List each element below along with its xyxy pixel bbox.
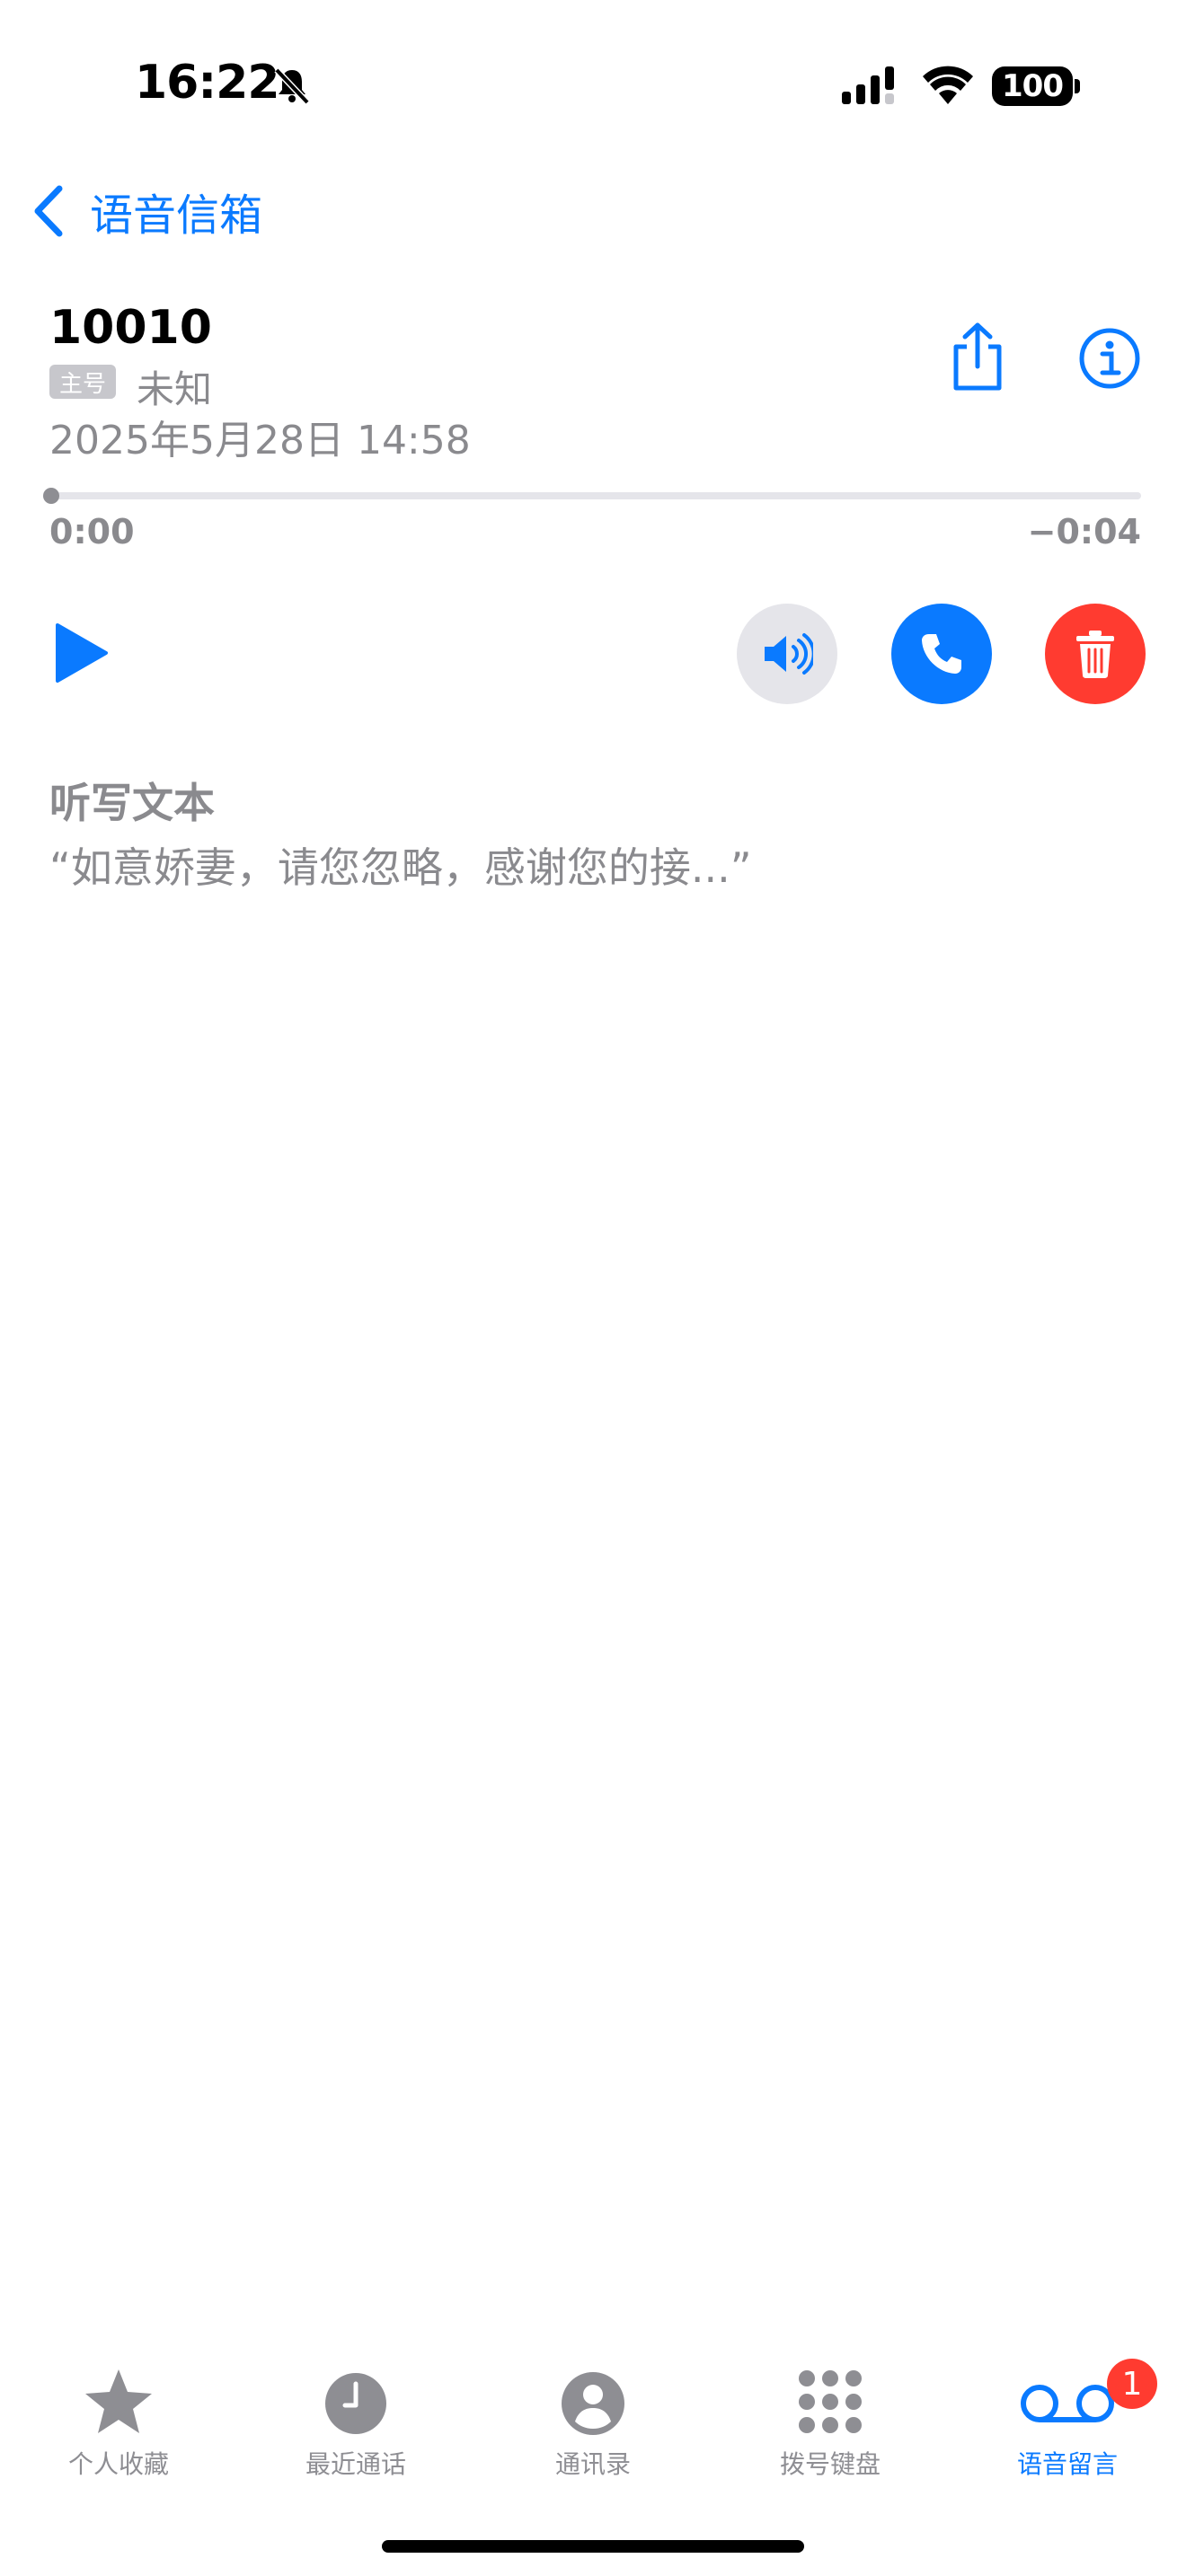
delete-button[interactable] [1045, 604, 1146, 704]
tab-favorites[interactable]: 个人收藏 [20, 2344, 217, 2488]
caller-number: 10010 [49, 301, 212, 355]
battery-indicator: 100 [992, 66, 1073, 106]
time-remaining: −0:04 [1027, 512, 1141, 551]
tab-label: 语音留言 [1016, 2449, 1118, 2479]
time-elapsed: 0:00 [49, 512, 135, 551]
play-icon[interactable] [52, 620, 111, 686]
share-icon[interactable] [949, 322, 1006, 392]
info-icon[interactable] [1078, 327, 1141, 390]
tab-label: 最近通话 [305, 2449, 406, 2479]
voicemail-count-badge: 1 [1107, 2359, 1157, 2409]
battery-tip [1075, 79, 1080, 93]
status-bar: 16:22 100 [0, 0, 1186, 171]
back-button[interactable]: 语音信箱 [31, 180, 262, 243]
cellular-signal-icon [842, 66, 894, 104]
tab-label: 个人收藏 [67, 2449, 169, 2479]
voicemail-icon [1021, 2385, 1114, 2422]
speaker-icon [765, 633, 813, 675]
keypad-icon [799, 2370, 862, 2433]
tab-label: 通讯录 [554, 2449, 631, 2479]
person-circle-icon [562, 2372, 624, 2435]
star-icon [85, 2369, 152, 2433]
transcription-text[interactable]: “如意娇妻，请您忽略，感谢您的接...” [49, 835, 752, 895]
speaker-button[interactable] [737, 604, 837, 704]
trash-icon [1076, 631, 1114, 678]
transcription-title: 听写文本 [49, 779, 215, 827]
status-time: 16:22 [135, 56, 280, 110]
back-button-label: 语音信箱 [90, 190, 263, 241]
playback-progress-track[interactable] [49, 492, 1141, 499]
chevron-left-icon [34, 185, 63, 237]
tab-label: 拨号键盘 [779, 2449, 881, 2479]
clock-icon [325, 2373, 386, 2434]
playback-scrubber-knob[interactable] [43, 488, 59, 504]
line-badge: 主号 [49, 365, 116, 399]
wifi-icon [923, 66, 973, 104]
tab-keypad[interactable]: 拨号键盘 [731, 2344, 929, 2488]
tab-bar: 个人收藏 最近通话 通讯录 拨号键盘 语音留言 [0, 2344, 1186, 2488]
tab-recents[interactable]: 最近通话 [257, 2344, 455, 2488]
phone-icon [922, 634, 961, 674]
home-indicator[interactable] [382, 2540, 804, 2553]
caller-label: 未知 [137, 367, 213, 411]
bell-slash-icon [274, 67, 310, 105]
tab-contacts[interactable]: 通讯录 [494, 2344, 692, 2488]
call-back-button[interactable] [891, 604, 992, 704]
voicemail-datetime: 2025年5月28日 14:58 [49, 418, 471, 463]
